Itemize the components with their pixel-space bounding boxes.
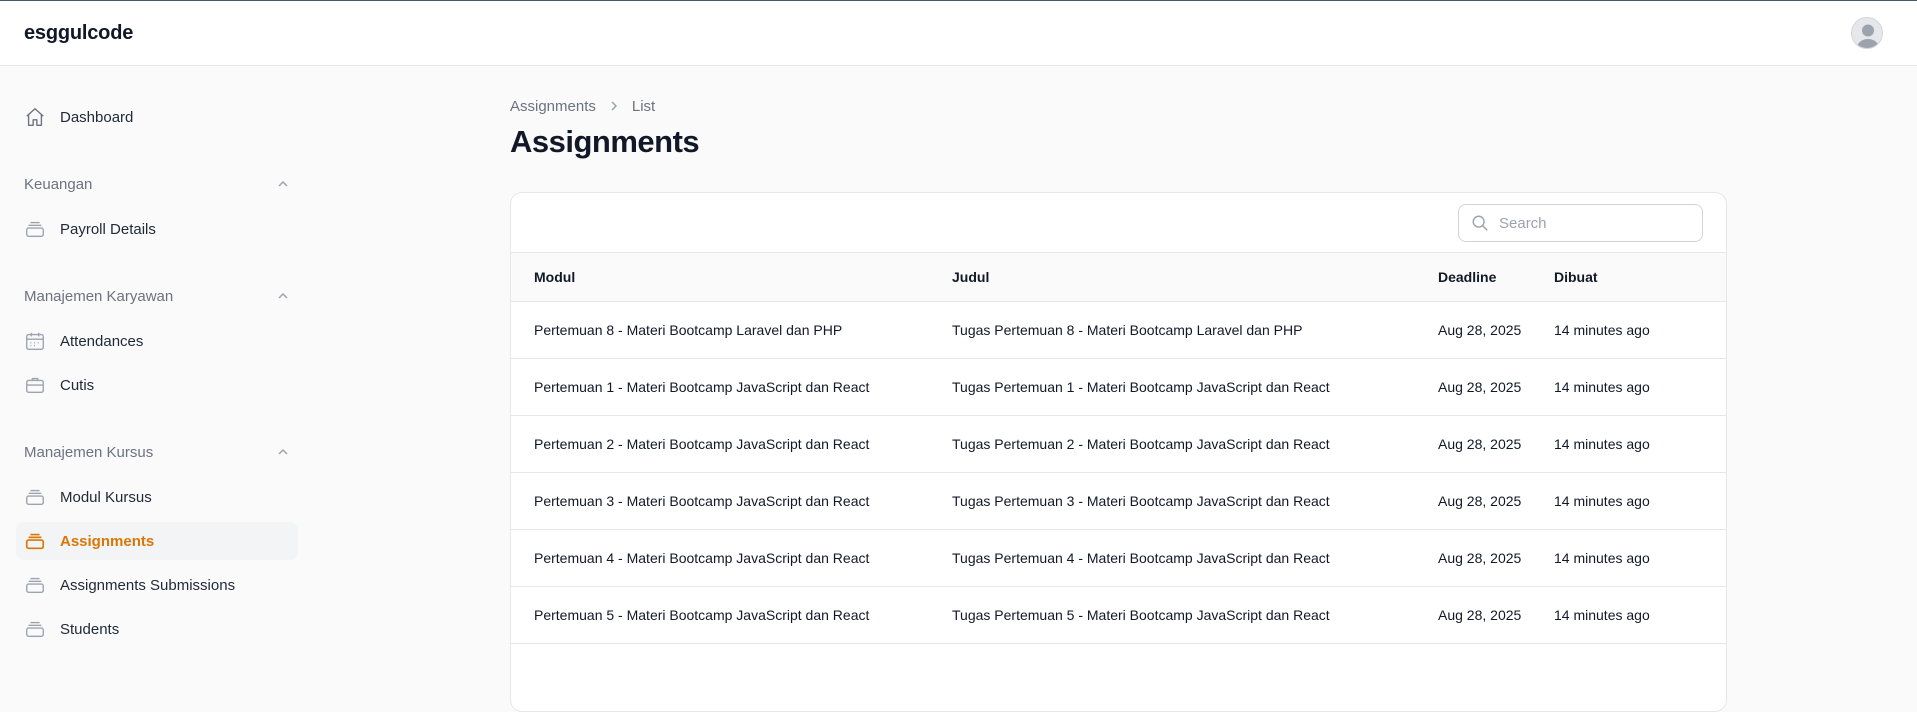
sidebar-item-students[interactable]: Students <box>16 610 298 648</box>
home-icon <box>24 106 46 128</box>
assignments-table: Modul Judul Deadline Dibuat Pertemuan 8 … <box>511 253 1726 644</box>
sidebar-group-label: Manajemen Kursus <box>24 443 154 461</box>
breadcrumb-current: List <box>631 97 656 115</box>
sidebar-item-label: Payroll Details <box>60 220 156 238</box>
cell-dibuat: 14 minutes ago <box>1554 549 1650 566</box>
sidebar-item-label: Attendances <box>60 332 144 350</box>
stack-icon <box>24 218 46 240</box>
sidebar-item-assignments-submissions[interactable]: Assignments Submissions <box>16 566 298 604</box>
cell-judul: Tugas Pertemuan 5 - Materi Bootcamp Java… <box>952 606 1330 623</box>
sidebar-item-modul-kursus[interactable]: Modul Kursus <box>16 478 298 516</box>
cell-deadline: Aug 28, 2025 <box>1438 378 1522 395</box>
sidebar-item-payroll-details[interactable]: Payroll Details <box>16 210 298 248</box>
breadcrumb-parent-link[interactable]: Assignments <box>510 98 596 115</box>
cell-judul: Tugas Pertemuan 1 - Materi Bootcamp Java… <box>952 378 1330 395</box>
cell-modul: Pertemuan 1 - Materi Bootcamp JavaScript… <box>534 378 870 395</box>
cell-judul: Tugas Pertemuan 2 - Materi Bootcamp Java… <box>952 435 1330 452</box>
stack-icon <box>24 618 46 640</box>
cell-dibuat: 14 minutes ago <box>1554 492 1650 509</box>
cell-deadline: Aug 28, 2025 <box>1438 321 1522 338</box>
search-box[interactable] <box>1458 204 1703 242</box>
table-row[interactable]: Pertemuan 3 - Materi Bootcamp JavaScript… <box>511 472 1726 529</box>
cell-deadline: Aug 28, 2025 <box>1438 492 1522 509</box>
assignments-table-card: Modul Judul Deadline Dibuat Pertemuan 8 … <box>510 192 1727 712</box>
cell-judul: Tugas Pertemuan 3 - Materi Bootcamp Java… <box>952 492 1330 509</box>
table-toolbar <box>511 193 1726 253</box>
cell-modul: Pertemuan 5 - Materi Bootcamp JavaScript… <box>534 606 870 623</box>
search-input[interactable] <box>1499 214 1689 232</box>
sidebar: Dashboard Keuangan Payroll Details Manaj… <box>0 66 310 666</box>
chevron-up-icon <box>276 289 290 303</box>
calendar-icon <box>24 330 46 352</box>
cell-judul: Tugas Pertemuan 4 - Materi Bootcamp Java… <box>952 549 1330 566</box>
top-bar: esggulcode <box>0 0 1917 66</box>
stack-icon <box>24 530 46 552</box>
chevron-up-icon <box>276 445 290 459</box>
stack-icon <box>24 486 46 508</box>
cell-deadline: Aug 28, 2025 <box>1438 435 1522 452</box>
cell-deadline: Aug 28, 2025 <box>1438 606 1522 623</box>
cell-dibuat: 14 minutes ago <box>1554 321 1650 338</box>
sidebar-item-dashboard[interactable]: Dashboard <box>16 98 298 136</box>
sidebar-item-label: Dashboard <box>60 108 134 126</box>
column-header-modul[interactable]: Modul <box>511 253 952 301</box>
cell-deadline: Aug 28, 2025 <box>1438 549 1522 566</box>
sidebar-item-label: Assignments Submissions <box>60 576 236 594</box>
breadcrumb: Assignments List <box>510 96 655 116</box>
cell-dibuat: 14 minutes ago <box>1554 606 1650 623</box>
table-row[interactable]: Pertemuan 1 - Materi Bootcamp JavaScript… <box>511 358 1726 415</box>
table-row[interactable]: Pertemuan 8 - Materi Bootcamp Laravel da… <box>511 301 1726 358</box>
sidebar-item-assignments[interactable]: Assignments <box>16 522 298 560</box>
cell-dibuat: 14 minutes ago <box>1554 378 1650 395</box>
sidebar-group-manajemen-kursus[interactable]: Manajemen Kursus <box>24 440 290 464</box>
chevron-up-icon <box>276 177 290 191</box>
table-row[interactable]: Pertemuan 2 - Materi Bootcamp JavaScript… <box>511 415 1726 472</box>
table-row[interactable]: Pertemuan 5 - Materi Bootcamp JavaScript… <box>511 586 1726 643</box>
sidebar-item-cutis[interactable]: Cutis <box>16 366 298 404</box>
brand-logo[interactable]: esggulcode <box>24 22 133 45</box>
sidebar-item-label: Cutis <box>60 376 95 394</box>
cell-modul: Pertemuan 2 - Materi Bootcamp JavaScript… <box>534 435 870 452</box>
sidebar-item-label: Modul Kursus <box>60 488 152 506</box>
sidebar-group-manajemen-karyawan[interactable]: Manajemen Karyawan <box>24 284 290 308</box>
page-title: Assignments <box>510 124 700 159</box>
user-avatar-icon[interactable] <box>1851 17 1883 49</box>
sidebar-group-keuangan[interactable]: Keuangan <box>24 172 290 196</box>
column-header-dibuat[interactable]: Dibuat <box>1554 253 1726 301</box>
sidebar-group-label: Manajemen Karyawan <box>24 287 174 305</box>
cell-modul: Pertemuan 8 - Materi Bootcamp Laravel da… <box>534 321 843 338</box>
sidebar-item-label: Assignments <box>60 532 155 550</box>
table-header-row: Modul Judul Deadline Dibuat <box>511 253 1726 301</box>
column-header-judul[interactable]: Judul <box>952 253 1438 301</box>
sidebar-group-label: Keuangan <box>24 175 93 193</box>
chevron-right-icon <box>608 100 620 112</box>
briefcase-icon <box>24 374 46 396</box>
cell-judul: Tugas Pertemuan 8 - Materi Bootcamp Lara… <box>952 321 1303 338</box>
cell-dibuat: 14 minutes ago <box>1554 435 1650 452</box>
table-row[interactable]: Pertemuan 4 - Materi Bootcamp JavaScript… <box>511 529 1726 586</box>
column-header-deadline[interactable]: Deadline <box>1438 253 1554 301</box>
stack-icon <box>24 574 46 596</box>
search-icon <box>1471 214 1489 232</box>
cell-modul: Pertemuan 3 - Materi Bootcamp JavaScript… <box>534 492 870 509</box>
cell-modul: Pertemuan 4 - Materi Bootcamp JavaScript… <box>534 549 870 566</box>
sidebar-item-label: Students <box>60 620 120 638</box>
sidebar-item-attendances[interactable]: Attendances <box>16 322 298 360</box>
